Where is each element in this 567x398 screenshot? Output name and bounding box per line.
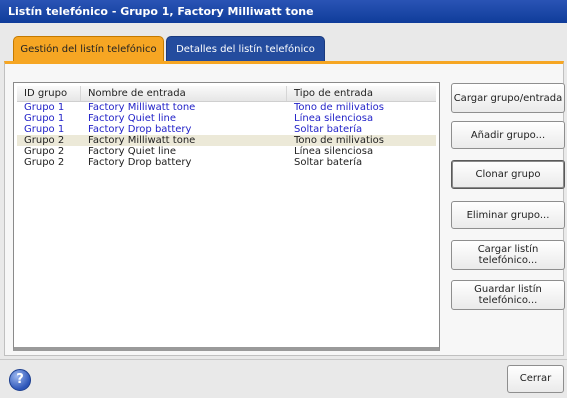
load-phonebook-button[interactable]: Cargar listín telefónico... — [451, 240, 565, 270]
close-button[interactable]: Cerrar — [507, 365, 564, 393]
row-group-id: Grupo 1 — [24, 124, 65, 135]
table-row[interactable]: Grupo 1 Factory Milliwatt tone Tono de m… — [17, 102, 436, 113]
help-icon[interactable]: ? — [9, 369, 31, 391]
phonebook-list[interactable]: ID grupo Nombre de entrada Tipo de entra… — [13, 82, 440, 351]
row-group-id: Grupo 2 — [24, 135, 65, 146]
table-row[interactable]: Grupo 2 Factory Drop battery Soltar bate… — [17, 157, 436, 168]
list-header: ID grupo Nombre de entrada Tipo de entra… — [17, 86, 436, 102]
row-entry-name: Factory Quiet line — [88, 146, 176, 157]
row-entry-name: Factory Drop battery — [88, 157, 192, 168]
column-header-group-id[interactable]: ID grupo — [17, 86, 81, 101]
row-entry-type: Línea silenciosa — [294, 146, 374, 157]
add-group-button[interactable]: Añadir grupo... — [451, 121, 565, 149]
row-entry-name: Factory Milliwatt tone — [88, 102, 196, 113]
load-group-entry-button[interactable]: Cargar grupo/entrada — [451, 83, 565, 113]
column-header-entry-name[interactable]: Nombre de entrada — [81, 86, 287, 101]
table-row[interactable]: Grupo 2 Factory Quiet line Línea silenci… — [17, 146, 436, 157]
column-header-entry-type[interactable]: Tipo de entrada — [287, 86, 436, 101]
row-entry-type: Soltar batería — [294, 157, 363, 168]
delete-group-button[interactable]: Eliminar grupo... — [451, 201, 565, 229]
row-group-id: Grupo 2 — [24, 146, 65, 157]
row-group-id: Grupo 2 — [24, 157, 65, 168]
footer-divider — [0, 359, 567, 360]
row-entry-name: Factory Drop battery — [88, 124, 192, 135]
row-entry-type: Tono de milivatios — [294, 135, 384, 146]
row-entry-type: Soltar batería — [294, 124, 363, 135]
tab-phonebook-management[interactable]: Gestión del listín telefónico — [13, 36, 164, 61]
list-rows: Grupo 1 Factory Milliwatt tone Tono de m… — [17, 102, 436, 168]
window-title: Listín telefónico - Grupo 1, Factory Mil… — [0, 0, 567, 23]
row-entry-name: Factory Milliwatt tone — [88, 135, 196, 146]
tab-phonebook-details[interactable]: Detalles del listín telefónico — [166, 36, 325, 61]
clone-group-button[interactable]: Clonar grupo — [451, 160, 565, 189]
row-entry-name: Factory Quiet line — [88, 113, 176, 124]
table-row-selected[interactable]: Grupo 2 Factory Milliwatt tone Tono de m… — [17, 135, 436, 146]
row-group-id: Grupo 1 — [24, 113, 65, 124]
table-row[interactable]: Grupo 1 Factory Drop battery Soltar bate… — [17, 124, 436, 135]
save-phonebook-button[interactable]: Guardar listín telefónico... — [451, 280, 565, 310]
table-row[interactable]: Grupo 1 Factory Quiet line Línea silenci… — [17, 113, 436, 124]
row-entry-type: Tono de milivatios — [294, 102, 384, 113]
row-entry-type: Línea silenciosa — [294, 113, 374, 124]
row-group-id: Grupo 1 — [24, 102, 65, 113]
